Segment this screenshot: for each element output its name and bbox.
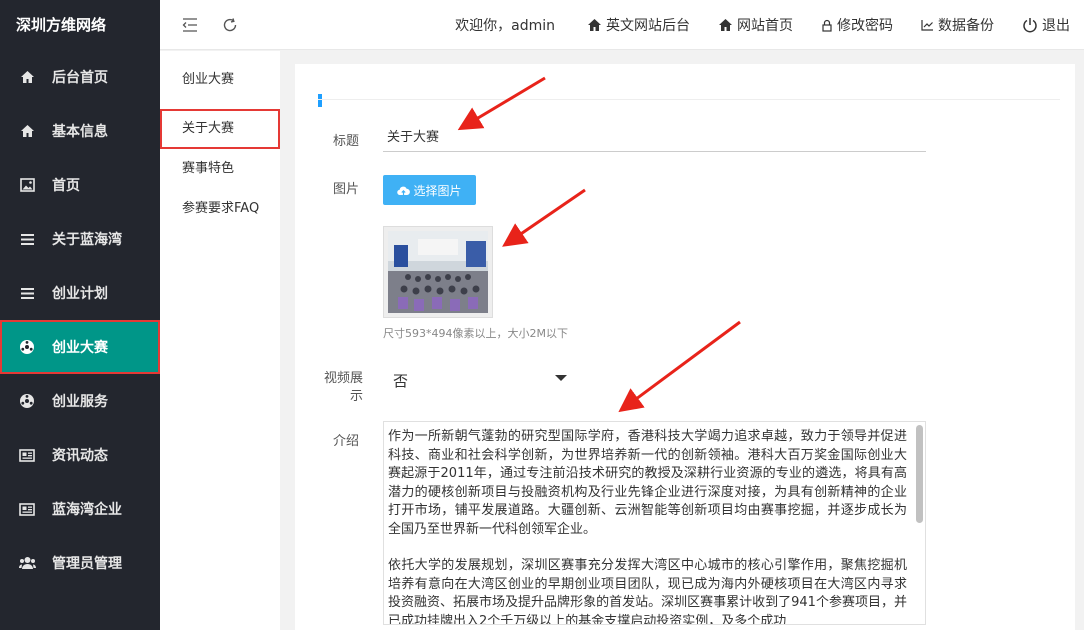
header-link-label: 修改密码 [837, 18, 893, 34]
top-header: 欢迎你，admin 英文网站后台 网站首页 修改密码 数据备份 退出 [160, 0, 1084, 50]
sidebar-item-label: 蓝海湾企业 [52, 502, 122, 518]
choose-image-button[interactable]: 选择图片 [383, 175, 476, 205]
sidebar-item-label: 创业计划 [52, 286, 108, 302]
home-icon [718, 18, 733, 32]
intro-label: 介绍 [333, 434, 360, 449]
sidebar-item-2[interactable]: 基本信息 [0, 104, 160, 158]
image-size-hint: 尺寸593*494像素以上，大小2M以下 [383, 327, 568, 340]
video-label: 视频展示 [323, 371, 363, 404]
sidebar-item-label: 基本信息 [52, 124, 108, 140]
dropdown-caret-icon[interactable] [555, 375, 567, 381]
sidebar: 深圳方维网络 后台首页基本信息首页关于蓝海湾创业计划创业大赛创业服务资讯动态蓝海… [0, 0, 160, 630]
sidebar-item-7[interactable]: 创业服务 [0, 374, 160, 428]
list-icon [18, 284, 36, 302]
edit-form-panel: 标题 图片 选择图片 尺寸593*494像素以上，大小2M以下 视频展示 否 介 [295, 64, 1075, 630]
choose-image-label: 选择图片 [413, 183, 462, 198]
image-label: 图片 [333, 182, 360, 197]
intro-paragraph-1: 作为一所新朝气蓬勃的研究型国际学府，香港科技大学竭力追求卓越，致力于领导并促进科… [388, 429, 907, 537]
uploaded-image-thumbnail[interactable] [383, 226, 493, 318]
intro-textarea[interactable]: 作为一所新朝气蓬勃的研究型国际学府，香港科技大学竭力追求卓越，致力于领导并促进科… [383, 421, 926, 625]
title-input[interactable] [383, 120, 926, 152]
sidebar-item-9[interactable]: 蓝海湾企业 [0, 482, 160, 536]
sidebar-item-3[interactable]: 首页 [0, 158, 160, 212]
intro-paragraph-2: 依托大学的发展规划，深圳区赛事充分发挥大湾区中心城市的核心引擎作用，聚焦挖掘机培… [388, 558, 907, 625]
brand-logo: 深圳方维网络 [16, 16, 107, 34]
sidebar-item-label: 首页 [52, 178, 80, 194]
list-icon [18, 230, 36, 248]
header-link-4[interactable]: 数据备份 [907, 15, 1008, 35]
lock-icon [821, 19, 833, 32]
home-icon [18, 122, 36, 140]
users-icon [18, 554, 36, 572]
header-link-label: 数据备份 [938, 18, 994, 34]
header-link-3[interactable]: 修改密码 [807, 15, 907, 35]
header-link-label: 退出 [1042, 18, 1070, 34]
header-link-1[interactable]: 英文网站后台 [573, 15, 704, 35]
header-link-label: 网站首页 [737, 18, 793, 34]
welcome-text: 欢迎你，admin [455, 18, 555, 34]
collapse-menu-icon[interactable] [180, 15, 200, 35]
ball-icon [18, 392, 36, 410]
sidebar-item-10[interactable]: 管理员管理 [0, 536, 160, 590]
power-icon [1022, 17, 1038, 33]
refresh-icon[interactable] [220, 15, 240, 35]
submenu-item-4[interactable]: 参赛要求FAQ [160, 189, 280, 229]
image-icon [18, 176, 36, 194]
sidebar-item-label: 创业大赛 [52, 340, 108, 356]
sidebar-item-label: 创业服务 [52, 394, 108, 410]
sidebar-item-1[interactable]: 后台首页 [0, 50, 160, 104]
panel-accent-bar [318, 94, 322, 107]
submenu-item-3[interactable]: 赛事特色 [160, 149, 280, 189]
sidebar-item-8[interactable]: 资讯动态 [0, 428, 160, 482]
header-link-2[interactable]: 网站首页 [704, 15, 807, 35]
home-icon [18, 68, 36, 86]
sidebar-item-label: 管理员管理 [52, 556, 122, 572]
home-icon [587, 18, 602, 32]
title-label: 标题 [333, 134, 360, 149]
sub-menu: 创业大赛关于大赛 赛事特色 参赛要求FAQ [160, 51, 280, 630]
video-select-value[interactable]: 否 [393, 370, 408, 391]
sidebar-item-label: 资讯动态 [52, 448, 108, 464]
panel-divider [318, 99, 1060, 100]
header-link-label: 英文网站后台 [606, 18, 690, 34]
cloud-upload-icon [397, 185, 411, 196]
submenu-item-1[interactable]: 创业大赛 [160, 60, 280, 100]
textarea-scrollbar[interactable] [916, 425, 923, 523]
ball-icon [18, 338, 36, 356]
news-icon [18, 446, 36, 464]
sidebar-item-4[interactable]: 关于蓝海湾 [0, 212, 160, 266]
news-icon [18, 500, 36, 518]
sidebar-item-label: 后台首页 [52, 70, 108, 86]
sidebar-item-label: 关于蓝海湾 [52, 232, 122, 248]
sidebar-item-6[interactable]: 创业大赛 [0, 320, 160, 374]
chart-icon [921, 19, 934, 31]
submenu-item-2[interactable]: 关于大赛 [160, 109, 280, 149]
header-link-5[interactable]: 退出 [1008, 15, 1084, 35]
sidebar-item-5[interactable]: 创业计划 [0, 266, 160, 320]
